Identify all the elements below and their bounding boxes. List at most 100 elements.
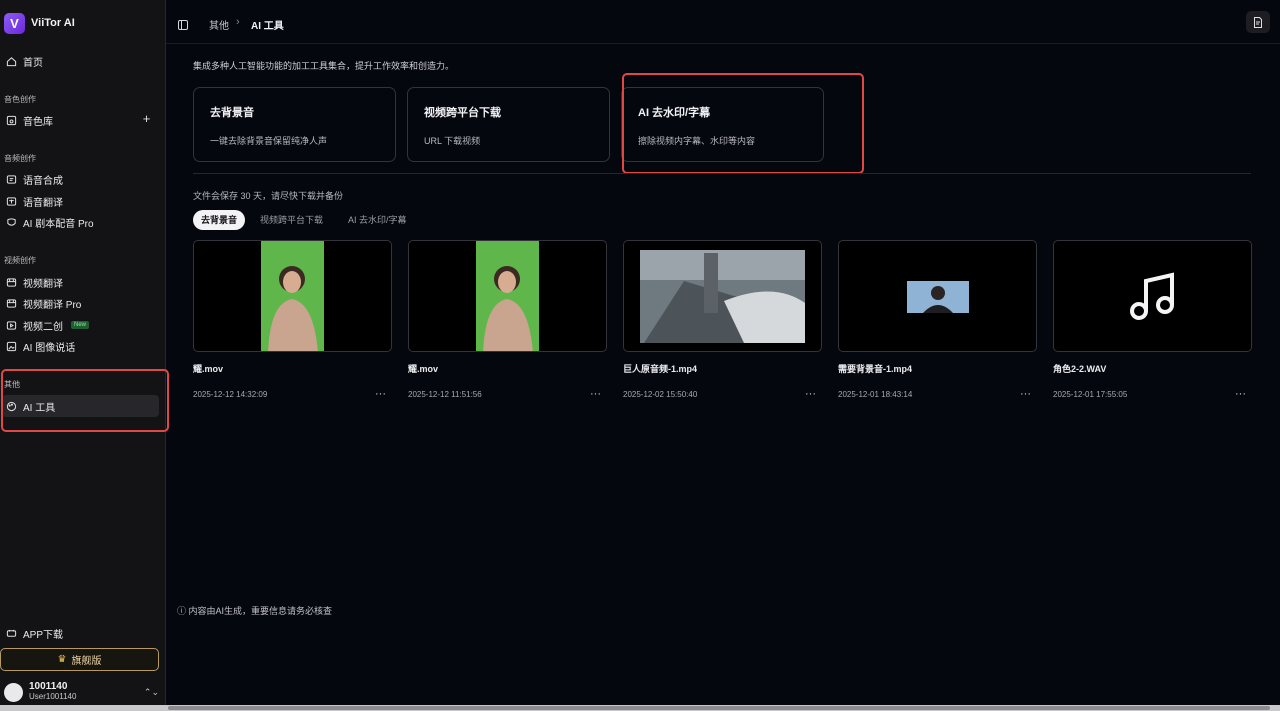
file-name: 角色2-2.WAV [1053,364,1107,374]
sidebar-item-image-talk[interactable]: AI 图像说话 [2,335,159,357]
tool-desc: 一键去除背景音保留纯净人声 [210,136,328,146]
chevron-right-icon: › [236,16,240,28]
sidebar-item-script-dubbing[interactable]: AI 剧本配音 Pro [2,211,159,233]
breadcrumb-parent[interactable]: 其他 [209,17,229,32]
file-time: 2025-12-01 17:55:05 [1053,389,1128,399]
sidebar-item-video-translate-pro[interactable]: 视频翻译 Pro [2,292,159,314]
audio-thumbnail [1053,240,1252,352]
speech-icon [6,174,17,185]
save-icon-button[interactable] [1246,11,1270,33]
portrait-thumbnail [193,240,392,352]
mask-icon [6,217,17,228]
app-root: V ViiTor AI 首页 音色创作 音色库 + 音频创作 语音合成 语音翻译… [0,0,1280,711]
file-time: 2025-12-02 15:50:40 [623,389,698,399]
breadcrumb-current: AI 工具 [251,21,284,32]
home-icon [6,56,17,67]
chevron-updown-icon: ⌃⌄ [143,686,159,697]
sidebar-item-app-download[interactable]: APP下载 [2,622,159,644]
app-name: ViiTor AI [31,17,75,29]
download-icon [6,628,17,639]
sidebar-item-video-remix[interactable]: 视频二创 New [2,314,159,336]
video-thumbnail [838,240,1037,352]
retention-note: 文件会保存 30 天，请尽快下载并备份 [193,191,344,201]
sidebar-item-label: 视频翻译 [23,278,63,290]
sidebar-item-label: APP下载 [23,629,64,641]
file-card[interactable]: 耀.mov 2025-12-12 11:51:56 ··· [408,240,607,400]
file-card[interactable]: 需要背景音-1.mp4 2025-12-01 18:43:14 ··· [838,240,1037,400]
file-name: 耀.mov [193,364,224,374]
sidebar-item-home[interactable]: 首页 [2,50,159,72]
user-menu[interactable]: 1001140 User1001140 ⌃⌄ [4,680,159,704]
document-icon [1254,16,1262,28]
sidebar-item-voice-library[interactable]: 音色库 + [2,109,159,131]
file-time: 2025-12-01 18:43:14 [838,389,913,399]
library-icon [6,115,17,126]
tool-desc: 擦除视频内字幕、水印等内容 [638,136,756,146]
file-time: 2025-12-12 14:32:09 [193,389,268,399]
tab-remove-bg[interactable]: 去背景音 [193,210,246,230]
section-other: 其他 [4,380,20,389]
section-voice: 音色创作 [4,95,36,104]
top-bar: 其他 › AI 工具 [166,0,1280,44]
page-description: 集成多种人工智能功能的加工工具集合，提升工作效率和创造力。 [193,61,455,71]
new-badge: New [71,321,90,329]
sidebar-item-label: AI 图像说话 [23,342,76,354]
vip-label: 旗舰版 [71,656,102,667]
video-pro-icon [6,298,17,309]
remix-icon [6,320,17,331]
user-name: 1001140 [29,681,68,692]
sidebar-item-label: 视频二创 [23,321,63,333]
file-card[interactable]: 耀.mov 2025-12-12 14:32:09 ··· [193,240,392,400]
tab-remove-watermark[interactable]: AI 去水印/字幕 [340,210,415,230]
sidebar-item-label: AI 工具 [23,402,56,414]
portrait-thumbnail [408,240,607,352]
video-icon [6,277,17,288]
more-icon[interactable]: ··· [375,388,392,400]
sidebar: V ViiTor AI 首页 音色创作 音色库 + 音频创作 语音合成 语音翻译… [0,0,169,705]
tool-card-remove-bg[interactable]: 去背景音 一键去除背景音保留纯净人声 [193,87,396,162]
sidebar-item-label: 语音翻译 [23,197,63,209]
section-audio: 音频创作 [4,154,36,163]
tab-video-download[interactable]: 视频跨平台下载 [252,210,331,230]
file-card[interactable]: 角色2-2.WAV 2025-12-01 17:55:05 ··· [1053,240,1252,400]
logo-icon: V [4,12,25,34]
sidebar-toggle-icon[interactable] [178,17,188,30]
tool-card-video-download[interactable]: 视频跨平台下载 URL 下载视频 [407,87,610,162]
file-name: 耀.mov [408,364,439,374]
translate-icon [6,196,17,207]
sidebar-item-label: 语音合成 [23,175,63,187]
sidebar-item-video-translate[interactable]: 视频翻译 [2,271,159,293]
image-icon [6,341,17,352]
tool-title: 去背景音 [210,107,254,119]
ai-disclaimer: ⓘ 内容由AI生成，重要信息请务必核查 [177,606,333,616]
more-icon[interactable]: ··· [590,388,607,400]
tool-card-remove-watermark[interactable]: AI 去水印/字幕 擦除视频内字幕、水印等内容 [621,87,824,162]
scrollbar-thumb[interactable] [168,706,1270,710]
sidebar-item-label: AI 剧本配音 Pro [23,218,94,230]
more-icon[interactable]: ··· [805,388,822,400]
sidebar-item-label: 音色库 [23,116,53,128]
tool-title: AI 去水印/字幕 [638,107,711,119]
music-note-icon [1130,272,1174,320]
more-icon[interactable]: ··· [1020,388,1037,400]
vip-button[interactable]: ♛ 旗舰版 [0,648,159,671]
app-logo[interactable]: V ViiTor AI [4,12,75,34]
file-card[interactable]: 巨人原音频-1.mp4 2025-12-02 15:50:40 ··· [623,240,822,400]
sidebar-item-label: 视频翻译 Pro [23,299,82,311]
anime-thumbnail [623,240,822,352]
crown-icon: ♛ [57,654,67,665]
sidebar-item-ai-tools[interactable]: AI 工具 [2,395,159,417]
file-name: 需要背景音-1.mp4 [838,364,913,374]
add-voice-button[interactable]: + [140,112,153,126]
file-name: 巨人原音频-1.mp4 [623,364,698,374]
tool-title: 视频跨平台下载 [424,107,501,119]
more-icon[interactable]: ··· [1235,388,1252,400]
palette-icon [6,401,17,412]
tool-desc: URL 下载视频 [424,136,481,146]
avatar [4,682,23,702]
sidebar-item-speech-translate[interactable]: 语音翻译 [2,190,159,212]
file-time: 2025-12-12 11:51:56 [408,389,482,399]
sidebar-item-tts[interactable]: 语音合成 [2,168,159,190]
divider [193,173,1251,174]
section-video: 视频创作 [4,256,36,265]
